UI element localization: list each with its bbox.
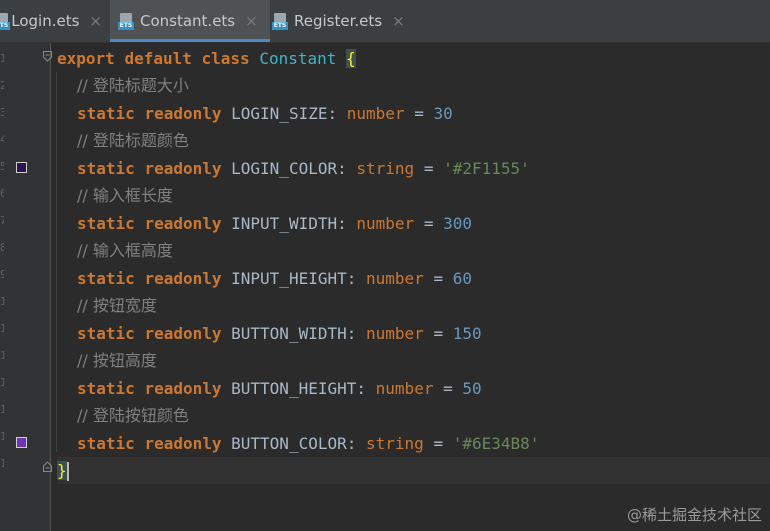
code-comment: // 按钮高度 [77, 351, 157, 370]
tab-login-ets[interactable]: ETS Login.ets × [0, 0, 102, 42]
tab-label: Constant.ets [140, 12, 236, 30]
current-line: } [57, 457, 770, 484]
code-line: static readonly LOGIN_COLOR: string = '#… [77, 159, 530, 178]
line-number: 4 [0, 133, 4, 145]
line-number: 6 [0, 187, 4, 199]
code-editor[interactable]: export default class Constant { // 登陆标题大… [57, 43, 770, 531]
code-line: export default class Constant { [57, 49, 356, 68]
ets-file-icon: ETS [118, 13, 134, 30]
line-number: 13 [0, 376, 4, 388]
line-number: 3 [0, 106, 4, 118]
code-line: static readonly INPUT_HEIGHT: number = 6… [77, 269, 472, 288]
line-number: 1 [0, 52, 4, 64]
code-comment: // 输入框长度 [77, 186, 173, 205]
editor-window: ETS Login.ets × ETS Constant.ets × ETS R… [0, 0, 770, 531]
fold-open-icon[interactable] [43, 51, 52, 62]
code-comment: // 登陆标题颜色 [77, 131, 189, 150]
close-tab-icon[interactable]: × [89, 12, 102, 30]
line-number: 16 [0, 457, 4, 469]
line-number: 12 [0, 349, 4, 361]
code-line: static readonly BUTTON_COLOR: string = '… [77, 434, 540, 453]
tab-label: Login.ets [11, 12, 80, 30]
editor-gutter[interactable]: 1 2 3 4 5 6 7 8 9 10 11 12 13 14 15 16 [0, 43, 52, 531]
line-number: 2 [0, 79, 4, 91]
code-comment: // 输入框高度 [77, 241, 173, 260]
line-number: 8 [0, 241, 4, 253]
ets-file-icon: ETS [272, 13, 288, 30]
close-tab-icon[interactable]: × [392, 12, 405, 30]
line-number: 11 [0, 322, 4, 334]
code-comment: // 按钮宽度 [77, 296, 157, 315]
tab-constant-ets[interactable]: ETS Constant.ets × [110, 0, 270, 42]
line-number: 15 [0, 430, 4, 442]
ets-file-icon: ETS [0, 13, 10, 30]
code-comment: // 登陆按钮颜色 [77, 406, 189, 425]
tab-label: Register.ets [294, 12, 383, 30]
line-number: 5 [0, 160, 4, 172]
tab-register-ets[interactable]: ETS Register.ets × [272, 0, 412, 42]
line-number: 10 [0, 295, 4, 307]
code-line: static readonly BUTTON_HEIGHT: number = … [77, 379, 482, 398]
code-line: static readonly BUTTON_WIDTH: number = 1… [77, 324, 482, 343]
line-number: 14 [0, 403, 4, 415]
line-number: 7 [0, 214, 4, 226]
close-tab-icon[interactable]: × [245, 12, 258, 30]
code-comment: // 登陆标题大小 [77, 76, 189, 95]
watermark: @稀土掘金技术社区 [626, 506, 762, 524]
code-line: static readonly LOGIN_SIZE: number = 30 [77, 104, 453, 123]
matched-brace: { [346, 49, 356, 68]
text-caret [66, 462, 69, 481]
fold-close-icon[interactable] [43, 461, 52, 472]
code-line: static readonly INPUT_WIDTH: number = 30… [77, 214, 473, 233]
color-swatch-icon[interactable] [16, 162, 27, 173]
color-swatch-icon[interactable] [16, 437, 27, 448]
matched-brace: } [57, 461, 67, 480]
line-number: 9 [0, 268, 4, 280]
editor-tab-bar: ETS Login.ets × ETS Constant.ets × ETS R… [0, 0, 770, 43]
